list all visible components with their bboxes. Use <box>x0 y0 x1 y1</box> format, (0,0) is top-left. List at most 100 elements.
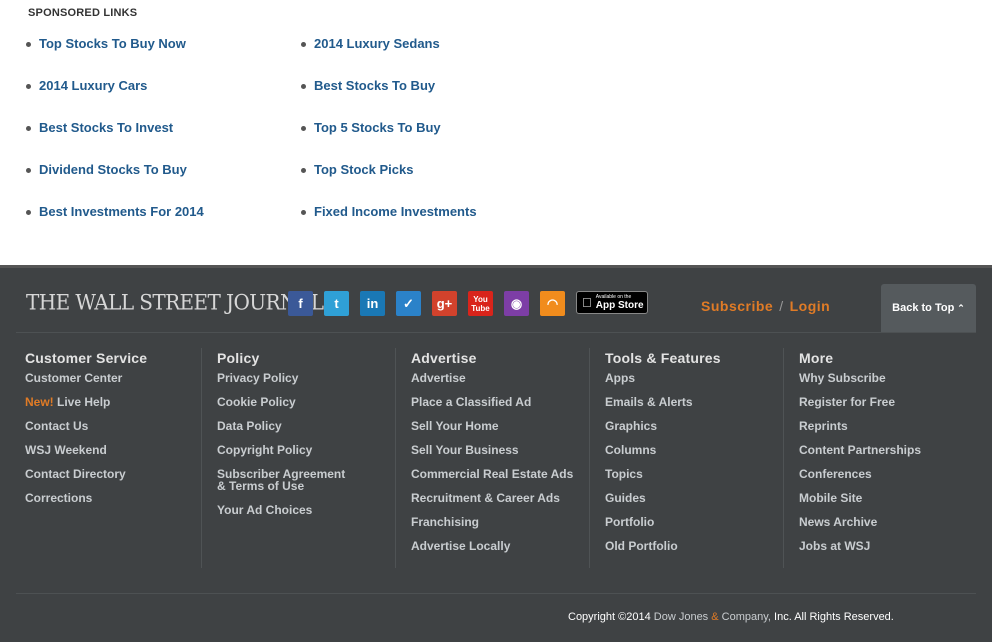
bullet-icon <box>301 84 306 89</box>
footer-link[interactable]: Customer Center <box>25 372 205 396</box>
column-divider <box>395 348 396 568</box>
sponsored-links-section: SPONSORED LINKS Top Stocks To Buy Now 20… <box>0 0 992 265</box>
column-heading: Policy <box>217 350 260 366</box>
list-item: Dividend Stocks To Buy <box>26 162 204 204</box>
copyright-text: Copyright ©2014 Dow Jones & Company, Inc… <box>568 611 894 623</box>
footer-link[interactable]: Conferences <box>799 468 979 492</box>
footer-link[interactable]: Recruitment & Career Ads <box>411 492 591 516</box>
apple-icon:  <box>582 295 592 310</box>
footer-link-label: Live Help <box>57 395 111 409</box>
footer-link[interactable]: Register for Free <box>799 396 979 420</box>
sponsored-link[interactable]: Best Stocks To Invest <box>39 120 173 136</box>
footer-link[interactable]: Graphics <box>605 420 785 444</box>
sponsored-link[interactable]: Top Stocks To Buy Now <box>39 36 186 52</box>
sponsored-link[interactable]: Best Stocks To Buy <box>314 78 435 94</box>
ampersand: & <box>711 611 719 623</box>
list-item: Best Investments For 2014 <box>26 204 204 246</box>
footer-link[interactable]: News Archive <box>799 516 979 540</box>
sponsored-link[interactable]: Best Investments For 2014 <box>39 204 204 220</box>
footer-link[interactable]: Contact Us <box>25 420 205 444</box>
app-store-label: App Store <box>586 300 644 311</box>
footer-link[interactable]: Data Policy <box>217 420 397 444</box>
footer-link[interactable]: Commercial Real Estate Ads <box>411 468 591 492</box>
sponsored-column-1: Top Stocks To Buy Now 2014 Luxury Cars B… <box>26 36 204 246</box>
footer-link[interactable]: Cookie Policy <box>217 396 397 420</box>
column-heading: Tools & Features <box>605 350 721 366</box>
copyright-prefix: Copyright ©2014 <box>568 611 654 623</box>
sponsored-link[interactable]: Dividend Stocks To Buy <box>39 162 187 178</box>
sponsored-links-title: SPONSORED LINKS <box>28 7 138 19</box>
footer-link[interactable]: Mobile Site <box>799 492 979 516</box>
back-to-top-label: Back to Top <box>892 302 955 314</box>
footer-link[interactable]: Privacy Policy <box>217 372 397 396</box>
footer-column-tools-features: Tools & Features Apps Emails & Alerts Gr… <box>605 350 785 564</box>
youtube-icon[interactable]: You Tube <box>468 291 493 316</box>
column-heading: More <box>799 350 834 366</box>
list-item: Best Stocks To Buy <box>301 78 477 120</box>
divider <box>16 332 976 333</box>
footer-link[interactable]: Jobs at WSJ <box>799 540 979 564</box>
new-badge: New! <box>25 395 54 409</box>
footer-link[interactable]: Franchising <box>411 516 591 540</box>
bullet-icon <box>26 168 31 173</box>
footer-link[interactable]: Sell Your Business <box>411 444 591 468</box>
footer-link[interactable]: Corrections <box>25 492 205 516</box>
footer-link[interactable]: Reprints <box>799 420 979 444</box>
sponsored-link[interactable]: Top 5 Stocks To Buy <box>314 120 441 136</box>
subscribe-login: Subscribe / Login <box>701 298 830 314</box>
footer-link[interactable]: Guides <box>605 492 785 516</box>
sponsored-link[interactable]: Fixed Income Investments <box>314 204 477 220</box>
google-plus-icon[interactable]: g+ <box>432 291 457 316</box>
footer-link[interactable]: Contact Directory <box>25 468 205 492</box>
chevron-up-icon: ⌃ <box>957 302 965 313</box>
footer-link[interactable]: Topics <box>605 468 785 492</box>
subscribe-link[interactable]: Subscribe <box>701 298 773 314</box>
footer-column-customer-service: Customer Service Customer Center New! Li… <box>25 350 205 516</box>
podcast-icon[interactable]: ◉ <box>504 291 529 316</box>
footer-link[interactable]: Your Ad Choices <box>217 504 397 528</box>
footer-link[interactable]: Sell Your Home <box>411 420 591 444</box>
footer-link[interactable]: Why Subscribe <box>799 372 979 396</box>
sponsored-link[interactable]: 2014 Luxury Sedans <box>314 36 440 52</box>
footer-link[interactable]: Content Partnerships <box>799 444 979 468</box>
facebook-icon[interactable]: f <box>288 291 313 316</box>
foursquare-icon[interactable]: ✓ <box>396 291 421 316</box>
list-item: Fixed Income Investments <box>301 204 477 246</box>
login-link[interactable]: Login <box>790 298 831 314</box>
list-item: 2014 Luxury Cars <box>26 78 204 120</box>
footer-link[interactable]: Advertise <box>411 372 591 396</box>
footer-link[interactable]: Place a Classified Ad <box>411 396 591 420</box>
wsj-logo[interactable]: THE WALL STREET JOURNAL. <box>26 289 330 314</box>
app-store-badge[interactable]:  Available on the App Store <box>576 291 648 314</box>
linkedin-icon[interactable]: in <box>360 291 385 316</box>
footer-link-live-help[interactable]: New! Live Help <box>25 396 205 420</box>
back-to-top-button[interactable]: Back to Top ⌃ <box>881 284 976 332</box>
footer-link[interactable]: Columns <box>605 444 785 468</box>
bullet-icon <box>301 168 306 173</box>
sponsored-link[interactable]: Top Stock Picks <box>314 162 413 178</box>
column-divider <box>589 348 590 568</box>
bullet-icon <box>301 210 306 215</box>
list-item: Top Stock Picks <box>301 162 477 204</box>
list-item: Best Stocks To Invest <box>26 120 204 162</box>
footer-link[interactable]: Old Portfolio <box>605 540 785 564</box>
column-divider <box>201 348 202 568</box>
footer-link[interactable]: Portfolio <box>605 516 785 540</box>
footer-link[interactable]: Emails & Alerts <box>605 396 785 420</box>
twitter-icon[interactable]: t <box>324 291 349 316</box>
bullet-icon <box>26 126 31 131</box>
sponsored-column-2: 2014 Luxury Sedans Best Stocks To Buy To… <box>301 36 477 246</box>
footer-link[interactable]: Advertise Locally <box>411 540 591 564</box>
column-heading: Advertise <box>411 350 477 366</box>
footer-link[interactable]: Copyright Policy <box>217 444 397 468</box>
column-divider <box>783 348 784 568</box>
footer-link[interactable]: Subscriber Agreement & Terms of Use <box>217 468 352 504</box>
dow-jones-link[interactable]: Dow Jones & Company, <box>654 611 771 623</box>
divider <box>16 593 976 594</box>
bullet-icon <box>26 84 31 89</box>
sponsored-link[interactable]: 2014 Luxury Cars <box>39 78 147 94</box>
footer-link[interactable]: Apps <box>605 372 785 396</box>
rss-icon[interactable]: ◠ <box>540 291 565 316</box>
copyright-suffix: Inc. All Rights Reserved. <box>770 611 894 623</box>
footer-link[interactable]: WSJ Weekend <box>25 444 205 468</box>
